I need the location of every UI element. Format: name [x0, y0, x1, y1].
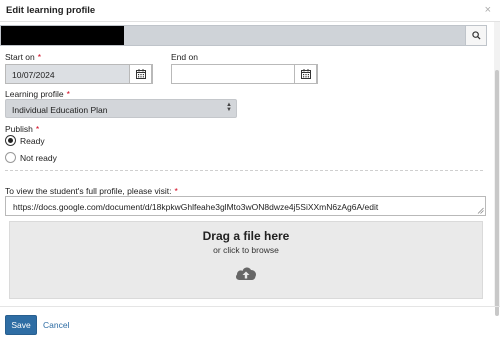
resize-grip-icon[interactable]: [477, 207, 484, 214]
end-on-input[interactable]: [171, 64, 318, 84]
start-on-calendar-button[interactable]: [129, 64, 152, 84]
required-marker: *: [37, 52, 42, 62]
file-dropzone[interactable]: Drag a file here or click to browse: [9, 221, 483, 299]
student-search-bar[interactable]: [0, 25, 487, 46]
profile-link-value: https://docs.google.com/document/d/18kpk…: [13, 202, 379, 212]
scrollbar-thumb[interactable]: [495, 70, 499, 316]
publish-option-ready[interactable]: Ready: [5, 135, 45, 146]
radio-checked[interactable]: [5, 135, 16, 146]
modal-scrollbar[interactable]: [494, 22, 500, 316]
start-on-value: 10/07/2024: [12, 70, 55, 80]
modal-title: Edit learning profile: [6, 5, 96, 16]
section-divider: [5, 170, 483, 171]
search-button[interactable]: [465, 26, 486, 45]
end-on-label: End on: [171, 52, 198, 62]
learning-profile-label: Learning profile *: [5, 89, 70, 99]
publish-option-not-ready[interactable]: Not ready: [5, 152, 57, 163]
calendar-icon: [135, 69, 146, 79]
required-marker: *: [66, 89, 70, 99]
profile-link-label: To view the student's full profile, plea…: [5, 186, 178, 196]
select-arrows-icon: ▲ ▼: [226, 102, 232, 113]
search-icon: [471, 31, 481, 40]
start-on-input[interactable]: 10/07/2024: [5, 64, 153, 84]
learning-profile-selected: Individual Education Plan: [12, 105, 108, 115]
footer-divider: [0, 306, 500, 307]
required-marker: *: [174, 186, 178, 196]
publish-label: Publish *: [5, 124, 40, 134]
calendar-icon: [300, 69, 311, 79]
close-icon[interactable]: ×: [485, 4, 491, 16]
dropzone-subtitle: or click to browse: [213, 245, 279, 255]
save-button[interactable]: Save: [5, 315, 37, 335]
radio-unchecked[interactable]: [5, 152, 16, 163]
required-marker: *: [35, 124, 40, 134]
cloud-upload-icon: [236, 267, 256, 280]
start-on-label: Start on *: [5, 52, 42, 62]
redacted-student-name: [1, 26, 124, 45]
learning-profile-select[interactable]: Individual Education Plan ▲ ▼: [5, 99, 237, 118]
cancel-link[interactable]: Cancel: [43, 320, 69, 330]
end-on-calendar-button[interactable]: [294, 64, 317, 84]
radio-label-ready: Ready: [20, 135, 45, 146]
dropzone-title: Drag a file here: [202, 229, 290, 243]
radio-label-not-ready: Not ready: [20, 152, 57, 163]
modal-header: Edit learning profile ×: [0, 0, 500, 22]
profile-link-textarea[interactable]: https://docs.google.com/document/d/18kpk…: [5, 196, 486, 216]
